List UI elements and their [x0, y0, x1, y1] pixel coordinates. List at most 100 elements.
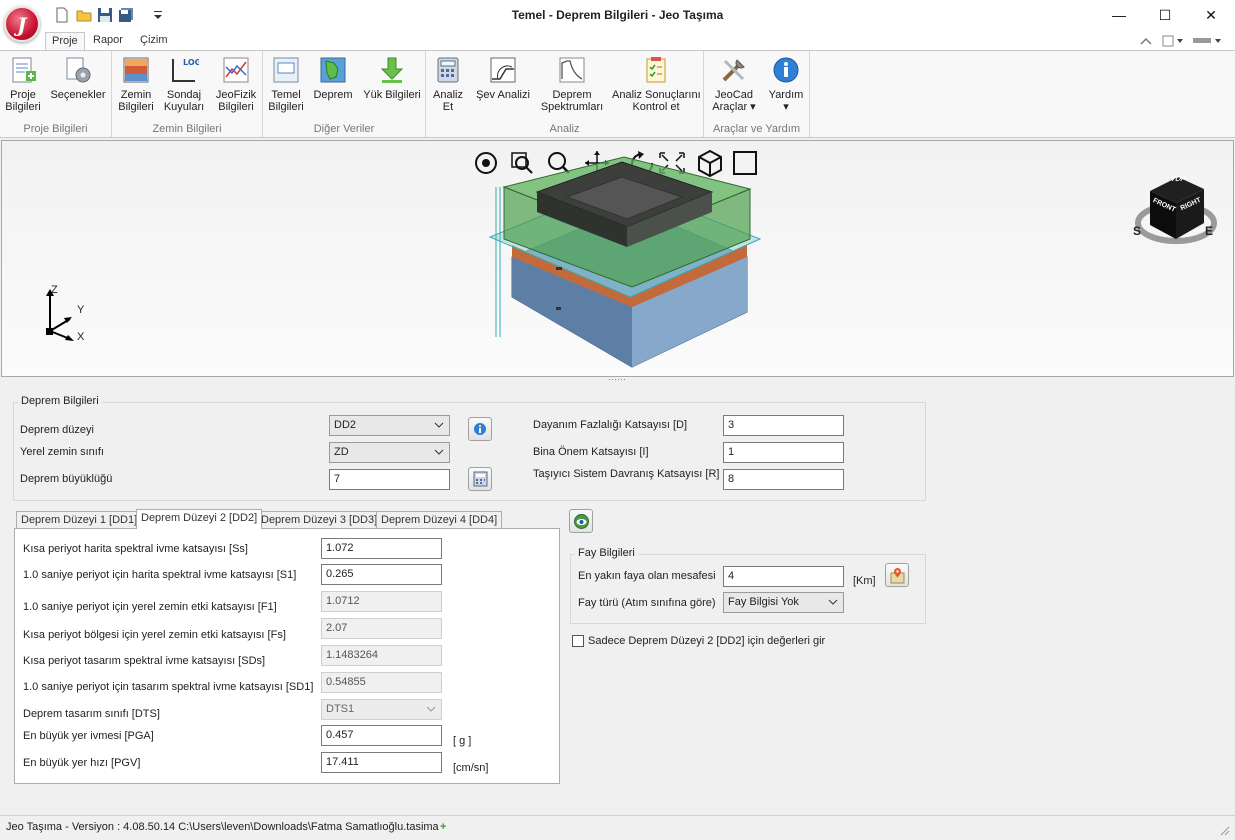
deprem-duzeyi-value: DD2 [334, 419, 357, 431]
fay-mesafe-input[interactable]: 4 [723, 566, 844, 587]
checklist-icon [646, 57, 666, 83]
calculator-icon [473, 471, 488, 487]
pgv-label: En büyük yer hızı [PGV] [23, 757, 141, 769]
3d-viewport[interactable]: Z Y X TOP FRONT RIGHT S E [1, 140, 1234, 377]
deprem-label: Deprem [313, 89, 353, 101]
splitter-handle[interactable] [0, 377, 1235, 383]
zemin-bilgileri-label: Zemin Bilgileri [118, 89, 154, 113]
fay-locate-button[interactable] [885, 563, 909, 587]
style-menu-icon[interactable] [1162, 35, 1184, 47]
resize-grip-icon[interactable] [1218, 824, 1230, 836]
yerel-zemin-value: ZD [334, 446, 349, 458]
ribbon-group-label: Proje Bilgileri [23, 123, 88, 135]
theme-menu-icon[interactable] [1192, 35, 1222, 47]
sds-label: Kısa periyot tasarım spektral ivme katsa… [23, 655, 266, 667]
close-button[interactable]: ✕ [1188, 4, 1234, 26]
ss-label: Kısa periyot harita spektral ivme katsay… [23, 543, 248, 555]
deprem-buyuklugu-input[interactable]: 7 [329, 469, 450, 490]
foundation-3d-model[interactable] [482, 147, 772, 375]
sd1-label: 1.0 saniye periyot için tasarım spektral… [23, 681, 314, 693]
pgv-input[interactable]: 17.411 [321, 752, 442, 773]
yardim-button[interactable]: Yardım ▾ [764, 53, 808, 113]
fs-input: 2.07 [321, 618, 442, 639]
sadece-dd2-checkbox[interactable] [572, 635, 584, 647]
bina-onem-label: Bina Önem Katsayısı [I] [533, 446, 649, 458]
buyukluk-calculator-button[interactable] [468, 467, 492, 491]
slope-analysis-icon [490, 57, 516, 83]
chevron-down-icon [828, 599, 838, 605]
fay-mesafe-label: En yakın faya olan mesafesi [578, 570, 716, 582]
ribbon-group-label: Zemin Bilgileri [152, 123, 222, 135]
analiz-et-button[interactable]: Analiz Et [430, 53, 466, 113]
tab-rapor[interactable]: Rapor [87, 32, 129, 51]
load-arrow-icon [380, 57, 404, 83]
view-map-button[interactable] [569, 509, 593, 533]
temel-bilgileri-button[interactable]: Temel Bilgileri [265, 53, 307, 113]
proje-bilgileri-button[interactable]: Proje Bilgileri [3, 53, 43, 113]
sd1-input: 0.54855 [321, 672, 442, 693]
deprem-spektrumlari-button[interactable]: Deprem Spektrumları [536, 53, 608, 113]
tasiyici-sistem-input[interactable]: 8 [723, 469, 844, 490]
axis-x-label: X [77, 331, 85, 343]
foundation-icon [273, 57, 299, 83]
tab-cizim[interactable]: Çizim [134, 32, 174, 51]
info-help-icon [773, 57, 799, 83]
axis-z-label: Z [51, 284, 58, 296]
app-logo[interactable]: J [4, 6, 40, 42]
options-gear-icon [66, 57, 91, 83]
secenekler-button[interactable]: Seçenekler [46, 53, 110, 101]
tab-dd3[interactable]: Deprem Düzeyi 3 [DD3] [256, 511, 383, 529]
axis-indicator [46, 289, 74, 341]
minimize-button[interactable]: — [1096, 4, 1142, 26]
jeocad-araclar-label: JeoCad Araçlar ▾ [712, 89, 756, 113]
sev-analizi-button[interactable]: Şev Analizi [474, 53, 532, 101]
project-info-icon [12, 57, 36, 83]
sondaj-kuyulari-label: Sondaj Kuyuları [163, 89, 205, 113]
pga-unit: [ g ] [453, 735, 472, 747]
splitter-grip-icon [609, 379, 625, 380]
deprem-info-button[interactable] [468, 417, 492, 441]
compass-south-label: S [1133, 224, 1142, 238]
sev-analizi-label: Şev Analizi [476, 89, 530, 101]
jeofizik-bilgileri-label: JeoFizik Bilgileri [215, 89, 257, 113]
deprem-duzeyi-label: Deprem düzeyi [20, 424, 94, 436]
s1-input[interactable]: 0.265 [321, 564, 442, 585]
dayanim-label: Dayanım Fazlalığı Katsayısı [D] [533, 419, 688, 431]
svg-text:LOG: LOG [183, 58, 199, 67]
deprem-buyuklugu-label: Deprem büyüklüğü [20, 473, 113, 485]
tab-proje[interactable]: Proje [45, 32, 85, 51]
collapse-ribbon-icon[interactable] [1140, 36, 1152, 46]
tab-dd1[interactable]: Deprem Düzeyi 1 [DD1] [16, 511, 143, 529]
fay-mesafe-unit: [Km] [853, 575, 876, 587]
zemin-bilgileri-button[interactable]: Zemin Bilgileri [116, 53, 156, 113]
dayanim-input[interactable]: 3 [723, 415, 844, 436]
yuk-bilgileri-button[interactable]: Yük Bilgileri [361, 53, 423, 101]
tab-dd4[interactable]: Deprem Düzeyi 4 [DD4] [376, 511, 503, 529]
tab-dd2[interactable]: Deprem Düzeyi 2 [DD2] [136, 509, 263, 529]
fs-label: Kısa periyot bölgesi için yerel zemin et… [23, 629, 286, 641]
fay-turu-select[interactable]: Fay Bilgisi Yok [723, 592, 844, 613]
ss-input[interactable]: 1.072 [321, 538, 442, 559]
sondaj-kuyulari-button[interactable]: LOG Sondaj Kuyuları [162, 53, 206, 113]
axis-y-label: Y [77, 304, 85, 316]
yerel-zemin-select[interactable]: ZD [329, 442, 450, 463]
bina-onem-input[interactable]: 1 [723, 442, 844, 463]
status-plus[interactable]: + [440, 816, 446, 839]
calculator-icon [437, 57, 459, 83]
analiz-sonuclari-kontrol-button[interactable]: Analiz Sonuçlarını Kontrol et [612, 53, 701, 113]
temel-bilgileri-label: Temel Bilgileri [268, 89, 304, 113]
borehole-log-icon: LOG [172, 58, 199, 82]
maximize-button[interactable]: ☐ [1142, 4, 1188, 26]
pga-input[interactable]: 0.457 [321, 725, 442, 746]
fay-turu-label: Fay türü (Atım sınıfına göre) [578, 597, 716, 609]
deprem-spektrumlari-label: Deprem Spektrumları [540, 89, 604, 113]
jeocad-araclar-button[interactable]: JeoCad Araçlar ▾ [708, 53, 760, 113]
jeofizik-bilgileri-button[interactable]: JeoFizik Bilgileri [212, 53, 260, 113]
soil-layers-icon [123, 57, 149, 83]
sds-input: 1.1483264 [321, 645, 442, 666]
proje-bilgileri-label: Proje Bilgileri [5, 89, 41, 113]
deprem-button[interactable]: Deprem [311, 53, 355, 101]
fay-bilgileri-group [570, 554, 926, 624]
deprem-duzeyi-select[interactable]: DD2 [329, 415, 450, 436]
spectrum-curve-icon [559, 57, 585, 83]
